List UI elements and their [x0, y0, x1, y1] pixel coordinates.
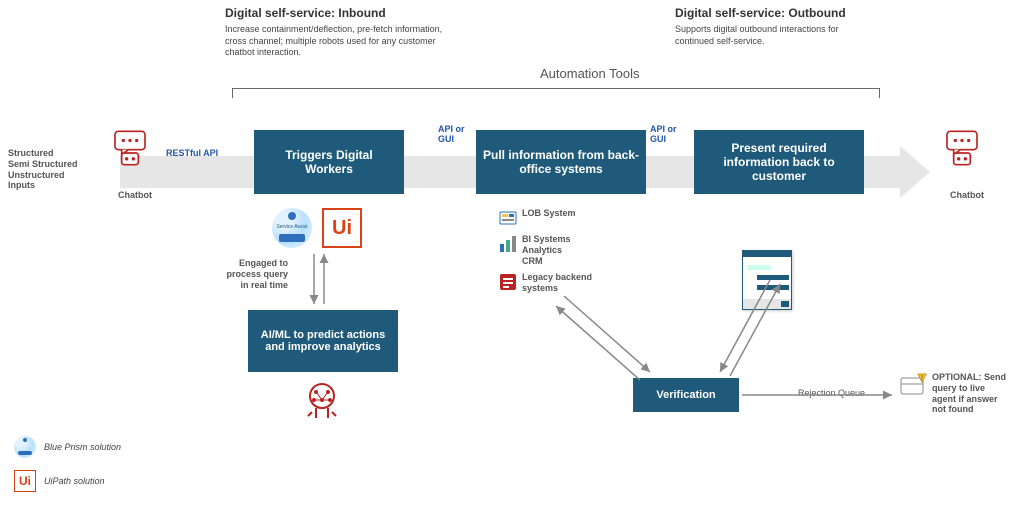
legend-blueprism-icon: [14, 436, 36, 458]
architecture-diagram: Digital self-service: Inbound Increase c…: [0, 0, 1024, 516]
legend-uipath-icon: Ui: [14, 470, 36, 492]
legend-blueprism: Blue Prism solution: [44, 442, 121, 452]
legend-uipath: UiPath solution: [44, 476, 105, 486]
arrows-layer: [0, 0, 1024, 516]
